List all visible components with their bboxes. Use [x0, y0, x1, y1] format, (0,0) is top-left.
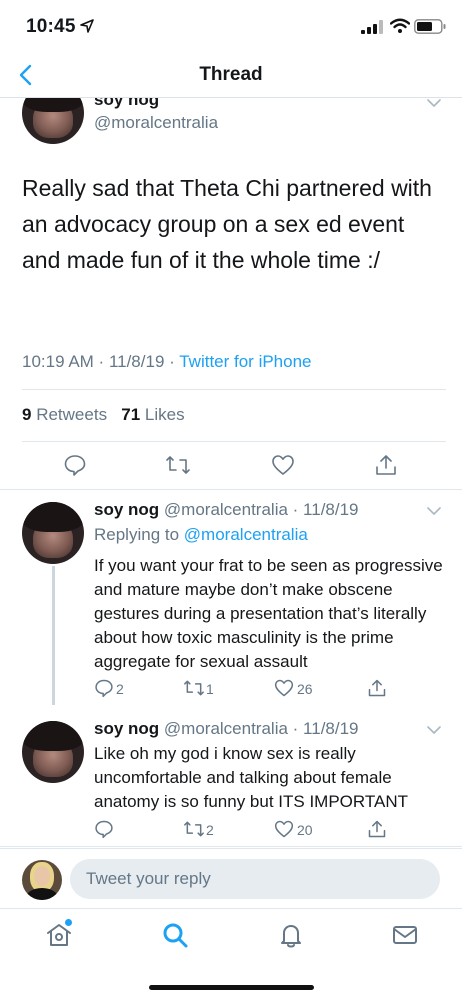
chevron-down-icon[interactable]	[426, 725, 442, 735]
author-handle[interactable]: @moralcentralia	[164, 719, 288, 738]
reply-button[interactable]	[94, 819, 114, 839]
share-icon	[368, 820, 386, 838]
home-indicator[interactable]	[149, 985, 314, 990]
notification-dot	[65, 919, 72, 926]
reply-composer: Tweet your reply	[0, 848, 462, 908]
tweet-text: Really sad that Theta Chi partnered with…	[22, 175, 432, 273]
signal-icon	[361, 20, 383, 34]
retweet-icon	[184, 821, 204, 837]
author-name[interactable]: soy nog	[94, 500, 159, 519]
avatar[interactable]	[22, 721, 84, 783]
tab-messages[interactable]	[391, 921, 421, 951]
share-icon	[368, 679, 386, 697]
divider	[22, 389, 446, 390]
tweet-source-link[interactable]: Twitter for iPhone	[179, 352, 311, 371]
author-name[interactable]: soy nog	[94, 98, 159, 110]
chevron-down-icon[interactable]	[426, 506, 442, 516]
status-time: 10:45	[26, 16, 76, 37]
heart-icon	[274, 820, 294, 838]
retweet-button[interactable]	[165, 453, 191, 477]
like-count: 20	[297, 822, 313, 838]
retweet-icon	[166, 456, 190, 474]
tweet-date: 11/8/19	[303, 719, 359, 738]
likes-stat[interactable]: 71 Likes	[121, 405, 184, 424]
author-name[interactable]: soy nog	[94, 719, 159, 738]
avatar[interactable]	[22, 98, 84, 144]
notifications-icon	[281, 925, 301, 948]
like-button[interactable]	[274, 819, 294, 839]
retweet-icon	[184, 680, 204, 696]
tweet-stats: 9 Retweets 71 Likes	[22, 405, 185, 425]
wifi-icon	[390, 18, 410, 33]
tab-home[interactable]	[45, 919, 75, 951]
tab-search[interactable]	[161, 921, 191, 951]
messages-icon	[393, 926, 417, 944]
heart-icon	[272, 455, 294, 475]
reply-button[interactable]	[63, 453, 87, 477]
reply-tweet[interactable]: soy nog @moralcentralia · 11/8/19 Replyi…	[0, 500, 462, 705]
tweet-timestamp: 10:19 AM · 11/8/19 · Twitter for iPhone	[22, 352, 312, 371]
like-button[interactable]	[271, 453, 295, 477]
tweet-time: 10:19 AM	[22, 352, 94, 371]
reply-header: soy nog @moralcentralia · 11/8/19	[94, 500, 359, 519]
retweet-count: 1	[206, 681, 214, 697]
retweet-count: 2	[206, 822, 214, 838]
location-arrow-icon	[80, 19, 94, 33]
likes-label: Likes	[144, 405, 185, 424]
share-button[interactable]	[374, 453, 398, 477]
search-icon	[163, 923, 188, 948]
retweets-count: 9	[22, 405, 32, 424]
like-count: 26	[297, 681, 313, 697]
chevron-down-icon[interactable]	[426, 98, 442, 108]
battery-icon	[414, 19, 446, 34]
status-bar: 10:45	[0, 0, 462, 52]
reply-button[interactable]	[94, 678, 114, 698]
tweet-date: 11/8/19	[303, 500, 359, 519]
comment-icon	[95, 820, 113, 839]
reply-tweet[interactable]: soy nog @moralcentralia · 11/8/19 Like o…	[0, 719, 462, 847]
avatar[interactable]	[22, 502, 84, 564]
avatar[interactable]	[22, 860, 62, 900]
retweets-stat[interactable]: 9 Retweets	[22, 405, 107, 424]
main-tweet: soy nog @moralcentralia Really sad that …	[0, 98, 462, 490]
tweet-text: Like oh my god i know sex is really unco…	[94, 744, 408, 811]
mention-link[interactable]: @moralcentralia	[184, 525, 308, 544]
tweet-date: 11/8/19	[108, 352, 165, 371]
likes-count: 71	[121, 405, 141, 424]
share-button[interactable]	[367, 819, 387, 839]
nav-bar: Thread	[0, 52, 462, 98]
comment-icon	[64, 455, 86, 476]
replying-to-label: Replying to	[94, 525, 180, 544]
retweets-label: Retweets	[36, 405, 108, 424]
comment-icon	[95, 679, 113, 698]
divider	[22, 441, 446, 442]
reply-header: soy nog @moralcentralia · 11/8/19	[94, 719, 359, 738]
replying-to: Replying to @moralcentralia	[94, 525, 308, 545]
reply-count: 2	[116, 681, 124, 697]
tweet-text: If you want your frat to be seen as prog…	[94, 556, 443, 671]
author-handle[interactable]: @moralcentralia	[164, 500, 288, 519]
share-icon	[376, 455, 396, 475]
heart-icon	[274, 679, 294, 697]
retweet-button[interactable]	[183, 819, 205, 839]
page-title: Thread	[199, 64, 263, 85]
share-button[interactable]	[367, 678, 387, 698]
tab-notifications[interactable]	[277, 921, 307, 951]
reply-input[interactable]: Tweet your reply	[70, 859, 440, 899]
thread-line	[52, 566, 55, 705]
like-button[interactable]	[274, 678, 294, 698]
retweet-button[interactable]	[183, 678, 205, 698]
author-handle[interactable]: @moralcentralia	[94, 113, 218, 133]
